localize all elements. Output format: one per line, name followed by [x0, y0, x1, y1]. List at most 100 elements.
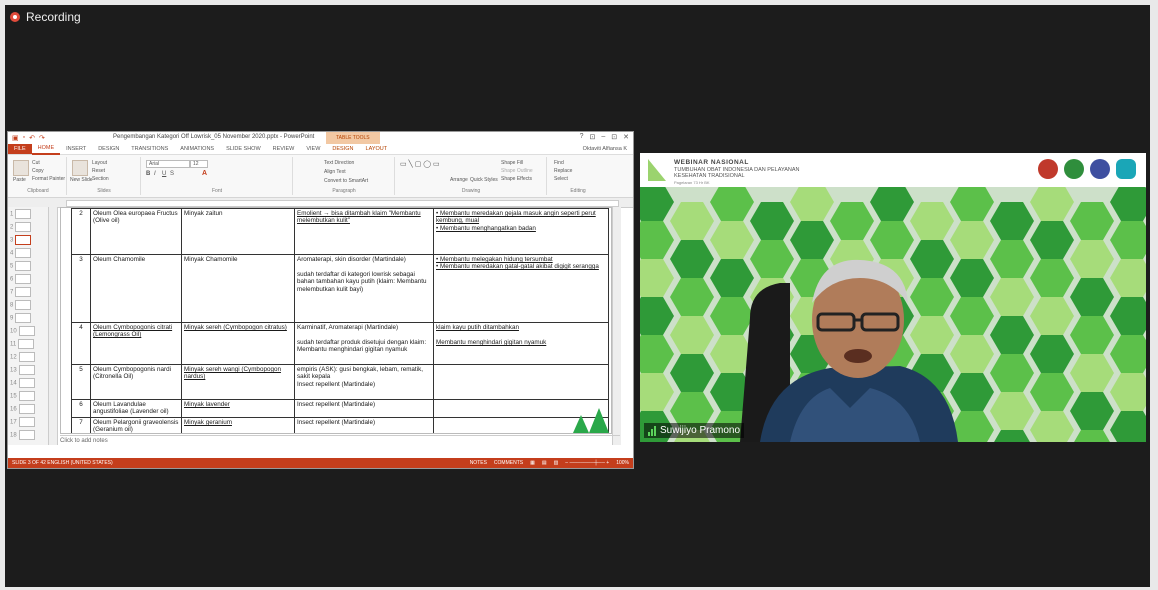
- slide-thumbnail-pane[interactable]: 1 2 3 4 5 6 7 8 9 10 11 12 13 14 15 16 1…: [8, 207, 49, 445]
- copy-button[interactable]: Copy: [32, 168, 44, 174]
- reading-view-icon[interactable]: ▥: [554, 458, 559, 468]
- slide-thumb[interactable]: 11: [10, 339, 35, 349]
- slide-thumb[interactable]: 1: [10, 209, 32, 219]
- slide-thumb[interactable]: 9: [10, 313, 32, 323]
- notes-pane[interactable]: Click to add notes: [60, 435, 620, 446]
- vertical-scrollbar[interactable]: [612, 207, 621, 445]
- indication-cell[interactable]: empiris (ASK): gusi bengkak, lebam, rema…: [294, 364, 434, 400]
- tab-design[interactable]: DESIGN: [92, 144, 125, 154]
- tab-table-layout[interactable]: LAYOUT: [360, 144, 394, 154]
- shapes-gallery[interactable]: ▭ ╲ ▢ ◯ ▭: [400, 160, 440, 168]
- indication-cell[interactable]: Insect repellent (Martindale): [294, 399, 434, 418]
- user-account[interactable]: Oktaviti Alfiansa K: [583, 146, 633, 152]
- claim-cell[interactable]: [433, 364, 609, 400]
- paste-icon[interactable]: [13, 160, 29, 176]
- tab-review[interactable]: REVIEW: [267, 144, 301, 154]
- bold-icon[interactable]: B: [146, 171, 150, 177]
- slide-thumb[interactable]: 7: [10, 287, 32, 297]
- tab-file[interactable]: FILE: [8, 144, 32, 154]
- select-button[interactable]: Select: [554, 176, 568, 182]
- underline-icon[interactable]: U: [162, 171, 166, 177]
- slide-thumb[interactable]: 6: [10, 274, 32, 284]
- slide-thumb-selected[interactable]: 3: [10, 235, 32, 245]
- slide-thumb[interactable]: 2: [10, 222, 32, 232]
- zoom-slider[interactable]: – ───────┼── +: [565, 458, 609, 468]
- common-name-cell[interactable]: Minyak geranium: [181, 416, 295, 433]
- latin-name-cell[interactable]: Oleum Pelargonii graveolensis (Geranium …: [90, 416, 182, 433]
- common-name-cell[interactable]: Minyak sereh wangi (Cymbopogon nardus): [181, 364, 295, 400]
- slide-thumb[interactable]: 15: [10, 391, 35, 401]
- common-name-cell[interactable]: Minyak sereh (Cymbopogon citratus): [181, 322, 295, 365]
- latin-name-cell[interactable]: Oleum Olea europaea Fructus (Olive oil): [90, 208, 182, 255]
- slide-thumb[interactable]: 13: [10, 365, 35, 375]
- layout-button[interactable]: Layout: [92, 160, 107, 166]
- tab-animations[interactable]: ANIMATIONS: [174, 144, 220, 154]
- tab-slide-show[interactable]: SLIDE SHOW: [220, 144, 267, 154]
- common-name-cell[interactable]: Minyak lavender: [181, 399, 295, 418]
- slide-thumb[interactable]: 17: [10, 417, 35, 427]
- tab-insert[interactable]: INSERT: [60, 144, 92, 154]
- slide-thumb[interactable]: 10: [10, 326, 35, 336]
- quick-styles-button[interactable]: Quick Styles: [470, 177, 498, 183]
- claim-cell[interactable]: • Membantu meredakan gejala masuk angin …: [433, 208, 609, 255]
- slide-thumb[interactable]: 4: [10, 248, 32, 258]
- undo-icon[interactable]: ↶: [29, 134, 35, 142]
- notes-button[interactable]: NOTES: [470, 458, 487, 468]
- indication-cell[interactable]: Karminatif, Aromaterapi (Martindale) sud…: [294, 322, 434, 365]
- common-name-cell[interactable]: Minyak Chamomile: [181, 254, 295, 323]
- maximize-icon[interactable]: ⊡: [611, 133, 617, 141]
- table-row[interactable]: 6 Oleum Lavandulae angustifoliae (Lavend…: [71, 399, 609, 418]
- align-text-button[interactable]: Align Text: [324, 169, 346, 175]
- slide-thumb[interactable]: 14: [10, 378, 35, 388]
- indication-cell[interactable]: Insect repellent (Martindale): [294, 416, 434, 433]
- convert-smartart-button[interactable]: Convert to SmartArt: [324, 178, 368, 184]
- font-color-icon[interactable]: A: [202, 170, 207, 177]
- table-row[interactable]: 3 Oleum Chamomile Minyak Chamomile Aroma…: [71, 254, 609, 323]
- arrange-button[interactable]: Arrange: [450, 177, 468, 183]
- row-number[interactable]: 7: [71, 416, 91, 433]
- zoom-level[interactable]: 100%: [616, 458, 629, 468]
- close-icon[interactable]: ✕: [623, 133, 629, 141]
- strikethrough-icon[interactable]: S: [170, 171, 174, 177]
- section-button[interactable]: Section: [92, 176, 109, 182]
- slide-thumb[interactable]: 16: [10, 404, 35, 414]
- latin-name-cell[interactable]: Oleum Cymbopogonis nardi (Citronella Oil…: [90, 364, 182, 400]
- row-number[interactable]: 2: [71, 208, 91, 255]
- tab-home[interactable]: HOME: [31, 143, 61, 155]
- common-name-cell[interactable]: Minyak zaitun: [181, 208, 295, 255]
- ribbon-display-icon[interactable]: ⊡: [589, 133, 595, 141]
- shape-effects-button[interactable]: Shape Effects: [501, 176, 532, 182]
- italic-icon[interactable]: I: [154, 171, 156, 177]
- tab-transitions[interactable]: TRANSITIONS: [125, 144, 174, 154]
- indication-cell[interactable]: Emolient → bisa ditambah klaim "Membantu…: [294, 208, 434, 255]
- cut-button[interactable]: Cut: [32, 160, 40, 166]
- shape-outline-button[interactable]: Shape Outline: [501, 168, 533, 174]
- latin-name-cell[interactable]: Oleum Chamomile: [90, 254, 182, 323]
- tab-table-design[interactable]: DESIGN: [326, 144, 359, 154]
- replace-button[interactable]: Replace: [554, 168, 572, 174]
- minimize-icon[interactable]: –: [601, 133, 605, 141]
- save-icon[interactable]: ▫: [23, 134, 25, 142]
- redo-icon[interactable]: ↷: [39, 134, 45, 142]
- latin-name-cell[interactable]: Oleum Lavandulae angustifoliae (Lavender…: [90, 399, 182, 418]
- row-number[interactable]: 4: [71, 322, 91, 365]
- comments-button[interactable]: COMMENTS: [494, 458, 523, 468]
- find-button[interactable]: Find: [554, 160, 564, 166]
- slide-thumb[interactable]: 12: [10, 352, 35, 362]
- slide-thumb[interactable]: 18: [10, 430, 35, 440]
- reset-button[interactable]: Reset: [92, 168, 105, 174]
- table-row[interactable]: 2 Oleum Olea europaea Fructus (Olive oil…: [71, 208, 609, 255]
- latin-name-cell[interactable]: Oleum Cymbopogonis citrati (Lemongrass O…: [90, 322, 182, 365]
- row-number[interactable]: 6: [71, 399, 91, 418]
- table-row[interactable]: 7 Oleum Pelargonii graveolensis (Geraniu…: [71, 416, 609, 433]
- tab-view[interactable]: VIEW: [300, 144, 326, 154]
- format-painter-button[interactable]: Format Painter: [32, 176, 65, 182]
- font-size-select[interactable]: 12: [190, 160, 208, 168]
- claim-cell[interactable]: • Membantu melegakan hidung tersumbat • …: [433, 254, 609, 323]
- indication-cell[interactable]: Aromaterapi, skin disorder (Martindale) …: [294, 254, 434, 323]
- new-slide-button[interactable]: New Slide: [70, 177, 93, 183]
- table-row[interactable]: 4 Oleum Cymbopogonis citrati (Lemongrass…: [71, 322, 609, 365]
- row-number[interactable]: 5: [71, 364, 91, 400]
- font-name-select[interactable]: Arial: [146, 160, 190, 168]
- shape-fill-button[interactable]: Shape Fill: [501, 160, 523, 166]
